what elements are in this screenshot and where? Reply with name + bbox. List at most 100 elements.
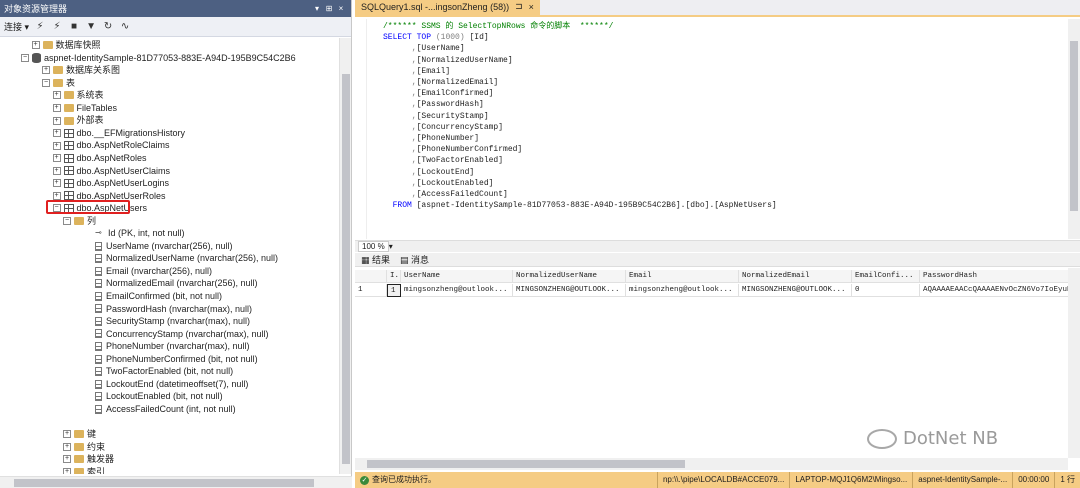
collapse-icon[interactable]: − (63, 216, 71, 225)
expand-icon[interactable]: + (52, 166, 61, 175)
code-comma: , (383, 111, 417, 121)
expand-icon[interactable]: + (63, 455, 71, 464)
tree-node[interactable]: TwoFactorEnabled (bit, not null) (84, 365, 233, 378)
tree-node[interactable]: − 表 (42, 77, 75, 90)
expand-icon[interactable]: + (52, 129, 61, 138)
disconnect-icon[interactable]: ⚡ (51, 21, 63, 33)
expand-icon[interactable]: + (52, 191, 61, 200)
tree-node[interactable]: NormalizedEmail (nvarchar(256), null) (84, 277, 258, 290)
folder-icon (42, 41, 53, 50)
expand-icon[interactable]: + (31, 41, 40, 50)
tree-node[interactable]: − 列 (63, 215, 96, 228)
cell-normalizedemail[interactable]: MINGSONZHENG@OUTLOOK... (739, 284, 852, 297)
zoom-select[interactable]: 100 % (358, 241, 389, 252)
cell-normalizedusername[interactable]: MINGSONZHENG@OUTLOOK... (513, 284, 626, 297)
collapse-icon[interactable]: − (21, 53, 29, 62)
pin-icon[interactable]: ⊞ (323, 4, 335, 13)
tab-sqlquery1[interactable]: SQLQuery1.sql -...ingsonZheng (58)) ⊐ × (355, 0, 540, 15)
tree-node[interactable]: + 索引 (63, 466, 105, 474)
expand-icon[interactable]: + (63, 467, 71, 474)
folder-icon (63, 91, 74, 100)
tree-node[interactable]: LockoutEnd (datetimeoffset(7), null) (84, 378, 248, 391)
expand-icon[interactable]: + (52, 154, 61, 163)
tree-node[interactable]: Email (nvarchar(256), null) (84, 265, 212, 278)
tab-results[interactable]: ▦ 结果 (361, 253, 390, 266)
scroll-thumb[interactable] (342, 74, 350, 464)
expand-icon[interactable]: + (63, 442, 71, 451)
code-line: FROM [aspnet-IdentitySample-81D77053-883… (383, 200, 777, 211)
collapse-icon[interactable]: − (42, 78, 50, 87)
tree-node[interactable]: + 数据库快照 (31, 39, 101, 52)
tree-node[interactable]: + dbo.AspNetRoleClaims (52, 139, 170, 152)
tree-node[interactable]: PasswordHash (nvarchar(max), null) (84, 303, 252, 316)
expand-icon[interactable]: + (52, 179, 61, 188)
tree-node[interactable]: SecurityStamp (nvarchar(max), null) (84, 315, 250, 328)
tree-node[interactable]: + 数据库关系图 (42, 64, 120, 77)
expand-icon[interactable]: + (42, 66, 50, 75)
tree-node[interactable]: + FileTables (52, 102, 117, 115)
tree-node-label: 列 (87, 215, 97, 226)
tree-node[interactable]: ⊸ Id (PK, int, not null) (84, 227, 185, 240)
cell-emailconfirmed[interactable]: 0 (852, 284, 920, 297)
tree-node[interactable]: + dbo.AspNetUserClaims (52, 165, 170, 178)
tree-node[interactable]: + 触发器 (63, 453, 114, 466)
column-header-normalizedusername[interactable]: NormalizedUserName (513, 270, 626, 283)
refresh-icon[interactable]: ↻ (102, 21, 114, 33)
cell-username[interactable]: mingsonzheng@outlook... (401, 284, 513, 297)
tree-node[interactable]: UserName (nvarchar(256), null) (84, 240, 233, 253)
tree-node[interactable]: PhoneNumber (nvarchar(max), null) (84, 340, 250, 353)
close-icon[interactable]: × (529, 2, 534, 12)
sql-editor[interactable]: /****** SSMS 的 SelectTopNRows 命令的脚本 ****… (355, 19, 1080, 239)
grid-horizontal-scrollbar[interactable] (355, 458, 1068, 470)
tree-node[interactable]: − aspnet-IdentitySample-81D77053-883E-A94… (21, 52, 296, 65)
tree-node[interactable]: PhoneNumberConfirmed (bit, not null) (84, 353, 258, 366)
expand-icon[interactable]: + (52, 116, 61, 125)
pin-icon[interactable]: ⊐ (515, 1, 523, 12)
sql-code[interactable]: /****** SSMS 的 SelectTopNRows 命令的脚本 ****… (383, 21, 777, 211)
tree-node[interactable]: + 外部表 (52, 114, 104, 127)
chevron-down-icon[interactable]: ▾ (389, 242, 393, 251)
cell-passwordhash[interactable]: AQAAAAEAACcQAAAAENvOcZN6Vo7IoEyuE (920, 284, 1068, 297)
scroll-thumb[interactable] (1070, 41, 1078, 211)
tree-horizontal-scrollbar[interactable] (0, 476, 352, 488)
expand-icon[interactable]: + (63, 430, 71, 439)
expand-icon[interactable]: + (52, 104, 61, 112)
tree-node[interactable]: + dbo.AspNetUserLogins (52, 177, 169, 190)
column-header-email[interactable]: Email (626, 270, 739, 283)
scroll-thumb[interactable] (367, 460, 685, 468)
grid-vertical-scrollbar[interactable] (1068, 268, 1080, 458)
dropdown-icon[interactable]: ▾ (311, 4, 323, 13)
scroll-thumb[interactable] (14, 479, 314, 487)
tree-node[interactable]: + 约束 (63, 441, 105, 454)
tree-node[interactable]: LockoutEnabled (bit, not null) (84, 390, 223, 403)
cell-email[interactable]: mingsonzheng@outlook... (626, 284, 739, 297)
tree-node[interactable]: + dbo.AspNetRoles (52, 152, 147, 165)
tree-node[interactable]: + dbo.__EFMigrationsHistory (52, 127, 185, 140)
tree-node[interactable]: + 键 (63, 428, 96, 441)
connect-icon[interactable]: ⚡ (34, 21, 46, 33)
filter-icon[interactable]: ▼ (85, 21, 97, 33)
expand-icon[interactable]: + (52, 141, 61, 150)
column-header-passwordhash[interactable]: PasswordHash (920, 270, 1068, 283)
expand-icon[interactable]: + (52, 91, 61, 100)
tree-node[interactable]: + 系统表 (52, 89, 104, 102)
stop-icon[interactable]: ■ (68, 21, 80, 33)
tree-node[interactable]: EmailConfirmed (bit, not null) (84, 290, 222, 303)
editor-vertical-scrollbar[interactable] (1068, 19, 1080, 239)
tree-node[interactable]: ConcurrencyStamp (nvarchar(max), null) (84, 328, 269, 341)
tree-vertical-scrollbar[interactable] (339, 38, 351, 474)
tree-node[interactable]: AccessFailedCount (int, not null) (84, 403, 236, 416)
column-header-normalizedemail[interactable]: NormalizedEmail (739, 270, 852, 283)
column-header-emailconfirmed[interactable]: EmailConfi... (852, 270, 920, 283)
tree-node[interactable]: NormalizedUserName (nvarchar(256), null) (84, 252, 278, 265)
column-header-id[interactable]: I... (387, 270, 401, 283)
row-number[interactable]: 1 (355, 284, 387, 297)
connect-button[interactable]: 连接 ▾ (4, 20, 29, 33)
code-line: ,[Email] (383, 66, 777, 77)
tab-messages[interactable]: ▤ 消息 (400, 253, 429, 266)
activity-icon[interactable]: ∿ (119, 21, 131, 33)
tree-node-label: 触发器 (87, 454, 115, 465)
cell-id[interactable]: 1 (387, 284, 401, 297)
column-header-username[interactable]: UserName (401, 270, 513, 283)
close-icon[interactable]: × (335, 4, 347, 13)
